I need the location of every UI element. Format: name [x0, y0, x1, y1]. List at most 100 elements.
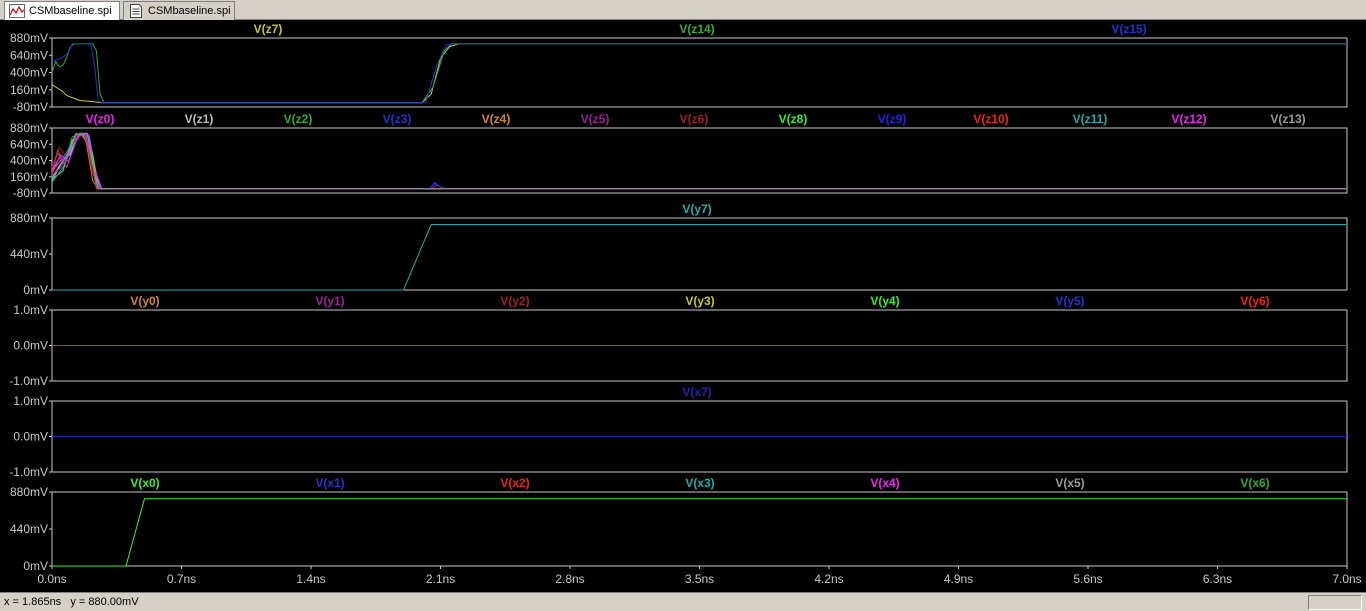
trace-label-vx1[interactable]: V(x1)	[315, 476, 344, 490]
y-tick-label: 0.0mV	[13, 339, 48, 353]
y-tick-label: 1.0mV	[13, 303, 48, 317]
tab-waveform[interactable]: CSMbaseline.spi	[4, 1, 120, 20]
trace-vz12	[51, 132, 1347, 190]
y-tick-label: 0mV	[23, 559, 48, 573]
trace-vz9	[51, 132, 1347, 190]
trace-label-vz1[interactable]: V(z1)	[185, 112, 214, 126]
trace-vz3	[51, 132, 1347, 190]
y-tick-label: 400mV	[10, 154, 48, 168]
y-tick-label: -1.0mV	[9, 465, 48, 479]
y-tick-label: -80mV	[13, 100, 48, 114]
trace-label-vz6[interactable]: V(z6)	[680, 112, 709, 126]
plot-pane-1[interactable]: 880mV 640mV 400mV 160mV -80mV V(z7) V(z14) V(z1…	[10, 22, 1348, 114]
trace-label-vx7[interactable]: V(x7)	[682, 385, 711, 399]
y-tick-label: -80mV	[13, 186, 48, 200]
x-tick-label: 3.5ns	[685, 572, 714, 586]
x-tick-label: 0.0ns	[37, 572, 66, 586]
trace-label-vy5[interactable]: V(y5)	[1055, 294, 1084, 308]
trace-vz11	[51, 132, 1347, 190]
trace-label-vz4[interactable]: V(z4)	[482, 112, 511, 126]
y-tick-label: -1.0mV	[9, 374, 48, 388]
y-tick-label: 880mV	[10, 485, 48, 499]
trace-vx0	[52, 498, 1347, 567]
trace-vz7	[51, 43, 1347, 104]
trace-label-vz3[interactable]: V(z3)	[383, 112, 412, 126]
x-tick-label: 1.4ns	[296, 572, 325, 586]
status-panel	[1308, 595, 1362, 610]
trace-label-vx4[interactable]: V(x4)	[870, 476, 899, 490]
trace-label-vz9[interactable]: V(z9)	[878, 112, 907, 126]
x-tick-label: 2.8ns	[555, 572, 584, 586]
y-tick-label: 880mV	[10, 31, 48, 45]
plot-frame	[51, 37, 1348, 108]
plot-pane-2[interactable]: 880mV 640mV 400mV 160mV -80mV V(z0) V(z1) V(z2)…	[10, 112, 1348, 200]
trace-label-vz12[interactable]: V(z12)	[1171, 112, 1206, 126]
trace-vz6	[51, 132, 1347, 190]
trace-vz14	[51, 43, 1347, 104]
trace-label-vx2[interactable]: V(x2)	[500, 476, 529, 490]
x-tick-label: 4.9ns	[944, 572, 973, 586]
trace-label-vy3[interactable]: V(y3)	[685, 294, 714, 308]
waveform-icon	[9, 4, 25, 18]
trace-vz2	[51, 132, 1347, 190]
waveform-plot-canvas[interactable]: 880mV 640mV 400mV 160mV -80mV V(z7) V(z14) V(z1…	[0, 20, 1366, 592]
plot-frame	[51, 127, 1348, 194]
x-tick-label: 4.2ns	[814, 572, 843, 586]
waveform-viewer[interactable]: 880mV 640mV 400mV 160mV -80mV V(z7) V(z14) V(z1…	[0, 20, 1366, 592]
plot-pane-6[interactable]: 880mV 440mV 0mV0.0ns 0.7ns 1.4ns 2.1ns 2.8ns 3.…	[10, 476, 1362, 586]
plot-frame	[51, 491, 1348, 567]
x-tick-label: 2.1ns	[426, 572, 455, 586]
plot-pane-3[interactable]: 880mV 440mV 0mV V(y7)	[10, 202, 1348, 297]
trace-label-vy0[interactable]: V(y0)	[130, 294, 159, 308]
tab-label: CSMbaseline.spi	[29, 5, 112, 17]
trace-vz15	[51, 43, 1347, 104]
trace-label-vy4[interactable]: V(y4)	[870, 294, 899, 308]
y-tick-label: 640mV	[10, 137, 48, 151]
trace-label-vz0[interactable]: V(z0)	[86, 112, 115, 126]
trace-label-vx6[interactable]: V(x6)	[1240, 476, 1269, 490]
trace-vz13	[51, 132, 1347, 190]
cursor-y-readout: y = 880.00mV	[70, 596, 139, 608]
trace-label-vz8[interactable]: V(z8)	[779, 112, 808, 126]
tab-bar: CSMbaseline.spi CSMbaseline.spi	[0, 0, 1366, 20]
y-tick-label: 0mV	[23, 283, 48, 297]
trace-label-vz11[interactable]: V(z11)	[1073, 112, 1108, 126]
trace-label-vy2[interactable]: V(y2)	[500, 294, 529, 308]
trace-label-vz15[interactable]: V(z15)	[1111, 22, 1146, 36]
cursor-x-readout: x = 1.865ns	[4, 596, 62, 608]
plot-pane-4[interactable]: 1.0mV 0.0mV -1.0mV V(y0) V(y1) V(y2) V(y3) V(y4…	[9, 294, 1348, 388]
y-tick-label: 400mV	[10, 66, 48, 80]
trace-label-vy1[interactable]: V(y1)	[315, 294, 344, 308]
trace-vy7	[52, 224, 1347, 291]
trace-label-vx3[interactable]: V(x3)	[685, 476, 714, 490]
netlist-document-icon	[128, 4, 144, 18]
trace-label-vy6[interactable]: V(y6)	[1240, 294, 1269, 308]
y-tick-label: 160mV	[10, 170, 48, 184]
tab-netlist[interactable]: CSMbaseline.spi	[123, 1, 235, 20]
trace-label-vz14[interactable]: V(z14)	[679, 22, 714, 36]
x-tick-label: 7.0ns	[1332, 572, 1361, 586]
plot-pane-5[interactable]: 1.0mV 0.0mV -1.0mV V(x7)	[9, 385, 1348, 479]
x-tick-label: 6.3ns	[1203, 572, 1232, 586]
trace-label-vx0[interactable]: V(x0)	[130, 476, 159, 490]
x-tick-label: 0.7ns	[167, 572, 196, 586]
trace-label-vy7[interactable]: V(y7)	[682, 202, 711, 216]
y-tick-label: 880mV	[10, 211, 48, 225]
tab-label: CSMbaseline.spi	[148, 5, 231, 17]
x-tick-label: 5.6ns	[1073, 572, 1102, 586]
cursor-readout: x = 1.865ns y = 880.00mV	[4, 593, 139, 611]
status-bar: x = 1.865ns y = 880.00mV	[0, 592, 1366, 611]
y-tick-label: 880mV	[10, 121, 48, 135]
trace-vz10	[51, 132, 1347, 190]
trace-label-vz5[interactable]: V(z5)	[581, 112, 610, 126]
trace-label-vz2[interactable]: V(z2)	[284, 112, 313, 126]
trace-label-vz10[interactable]: V(z10)	[973, 112, 1008, 126]
trace-label-vz13[interactable]: V(z13)	[1270, 112, 1305, 126]
trace-vz5	[51, 132, 1347, 190]
trace-vz4	[51, 132, 1347, 190]
trace-label-vz7[interactable]: V(z7)	[254, 22, 283, 36]
y-tick-label: 440mV	[10, 247, 48, 261]
trace-vz0	[51, 132, 1347, 190]
plot-frame	[51, 217, 1348, 291]
trace-label-vx5[interactable]: V(x5)	[1055, 476, 1084, 490]
